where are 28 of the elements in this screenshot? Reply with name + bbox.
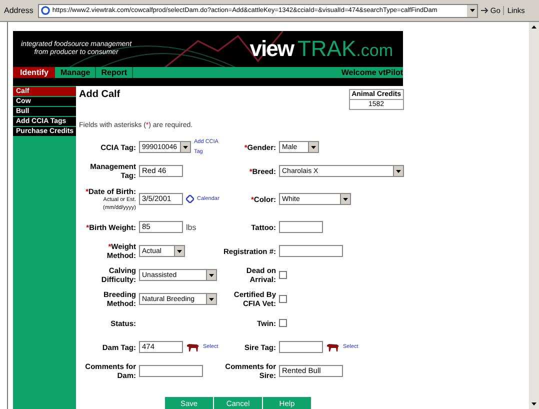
dropdown-arrow-icon [396,170,401,172]
scrollbar[interactable] [529,22,539,409]
address-label: Address [3,6,34,15]
cow-icon[interactable] [186,342,200,352]
welcome-text: Welcome vtPilot [341,68,403,77]
dropdown-arrow-icon [209,274,214,276]
unit-text: lbs [186,222,196,232]
dropdown-arrow-icon [343,198,348,200]
input-field[interactable] [279,245,343,257]
page-title: Add Calf [79,89,120,100]
logo: view TRAK.com [250,36,393,62]
cow-icon[interactable] [326,342,340,352]
input-field[interactable] [279,341,323,353]
nav-tab[interactable]: Identify [13,66,56,78]
input-field[interactable] [279,221,323,233]
dropdown-arrow-icon [177,250,182,252]
input-field[interactable] [139,365,203,377]
dropdown-arrow-icon [209,298,214,300]
checkbox[interactable] [279,319,287,327]
dropdown-button[interactable] [467,4,478,16]
page-icon [41,6,50,15]
dropdown-arrow-icon [470,9,475,12]
calendar-icon[interactable] [186,195,194,203]
checkbox[interactable] [279,295,287,303]
dropdown-arrow-icon [311,146,316,148]
checkbox[interactable] [279,271,287,279]
arrow-icon [481,7,490,14]
dropdown-arrow-icon [183,146,188,148]
